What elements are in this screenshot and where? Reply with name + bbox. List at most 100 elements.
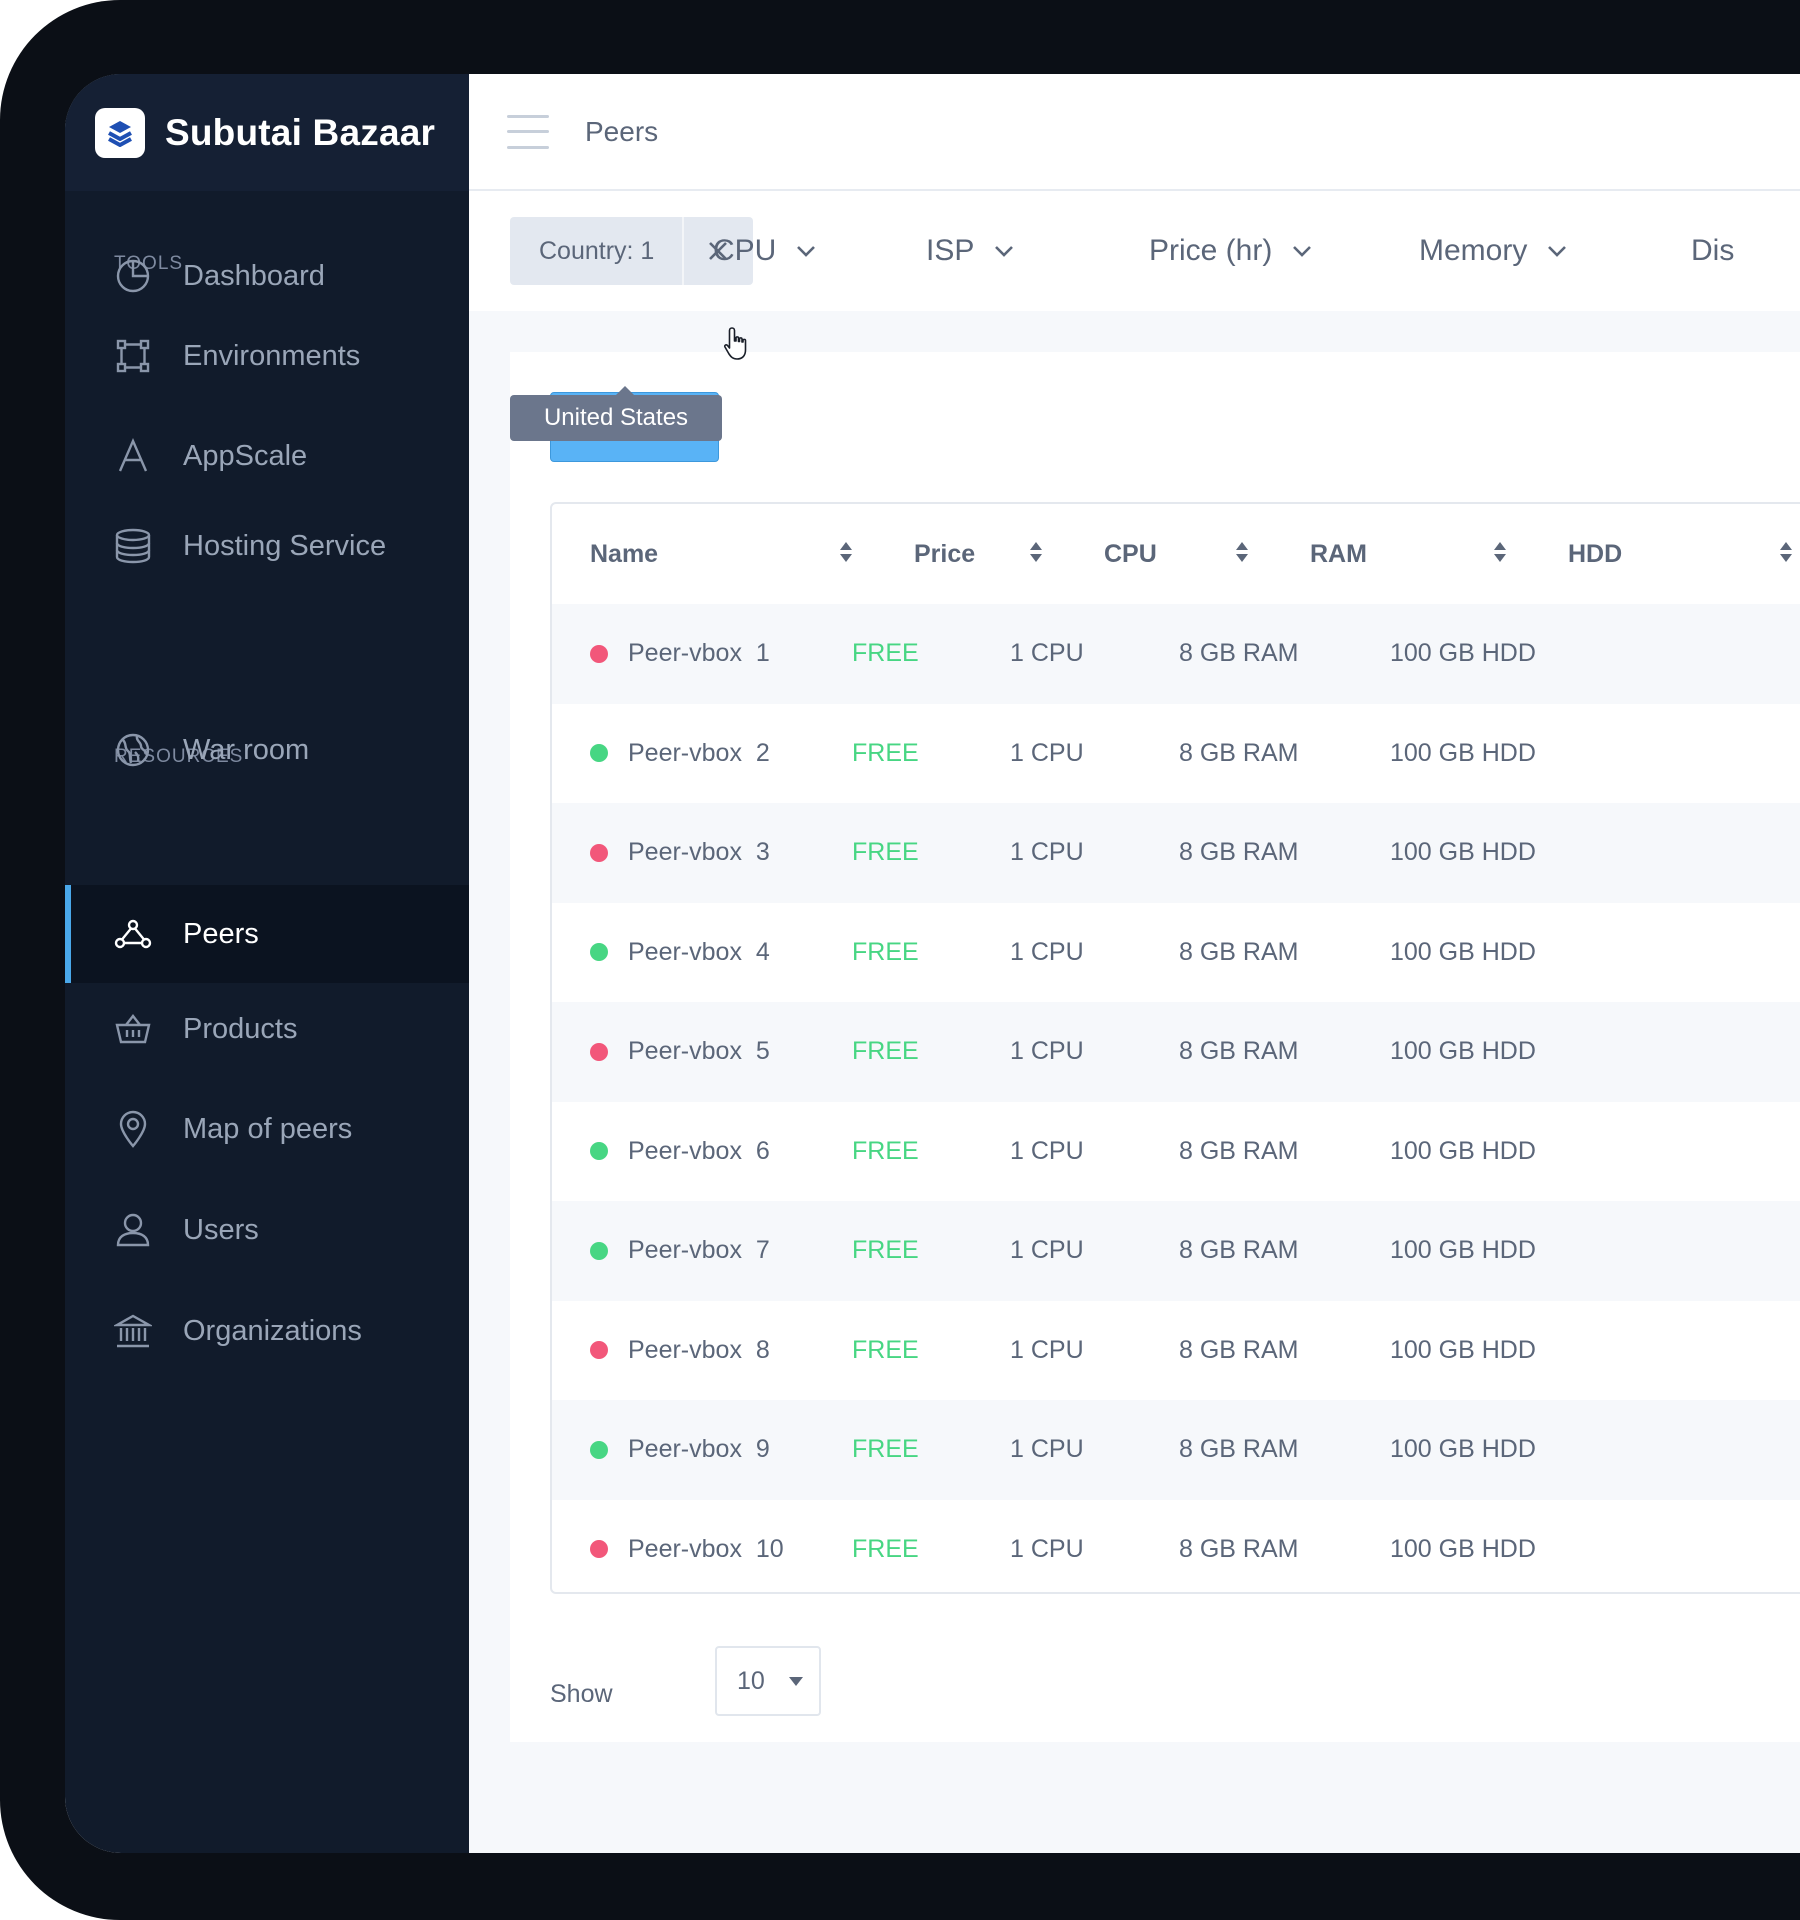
- sidebar-item-label: Peers: [183, 917, 259, 950]
- status-dot-icon: [590, 1042, 608, 1061]
- peer-name-cell: Peer-vbox 3: [590, 803, 770, 903]
- map-pin-icon: [113, 1109, 153, 1149]
- database-icon: [113, 526, 153, 566]
- status-dot-icon: [590, 1440, 608, 1459]
- hand-cursor-icon: [723, 327, 747, 360]
- hdd-cell: 100 GB HDD: [1390, 1435, 1536, 1464]
- sidebar-item-peers[interactable]: Peers: [65, 885, 469, 983]
- cpu-filter-dropdown[interactable]: CPU: [713, 217, 816, 285]
- sort-icon[interactable]: [1236, 542, 1248, 562]
- cpu-cell: 1 CPU: [1010, 1136, 1084, 1165]
- sidebar-item-appscale[interactable]: AppScale: [65, 407, 469, 505]
- hdd-cell: 100 GB HDD: [1390, 838, 1536, 867]
- table-row[interactable]: Peer-vbox 2 FREE 1 CPU 8 GB RAM 100 GB HDD: [552, 704, 1800, 804]
- peer-name[interactable]: Peer-vbox 9: [628, 1435, 770, 1464]
- filter-bar: Country: 1 CPU ISP Price (hr) Memory Dis: [469, 191, 1800, 311]
- sidebar: Subutai Bazaar TOOLS Dashboard Environme…: [65, 74, 469, 1853]
- peer-name[interactable]: Peer-vbox 1: [628, 639, 770, 668]
- table-row[interactable]: Peer-vbox 4 FREE 1 CPU 8 GB RAM 100 GB HDD: [552, 903, 1800, 1003]
- sidebar-item-environments[interactable]: Environments: [65, 307, 469, 405]
- brand[interactable]: Subutai Bazaar: [65, 74, 469, 191]
- table-row[interactable]: Peer-vbox 5 FREE 1 CPU 8 GB RAM 100 GB HDD: [552, 1002, 1800, 1102]
- page-size-select[interactable]: 10: [715, 1646, 821, 1716]
- price-filter-dropdown[interactable]: Price (hr): [1149, 217, 1312, 285]
- peer-name-cell: Peer-vbox 2: [590, 704, 770, 804]
- sidebar-item-label: War room: [183, 733, 310, 766]
- sort-icon[interactable]: [1030, 542, 1042, 562]
- device-frame: Subutai Bazaar TOOLS Dashboard Environme…: [0, 0, 1800, 1920]
- sidebar-item-hosting-service[interactable]: Hosting Service: [65, 497, 469, 595]
- cpu-cell: 1 CPU: [1010, 1037, 1084, 1066]
- table-row[interactable]: Peer-vbox 10 FREE 1 CPU 8 GB RAM 100 GB HDD: [552, 1500, 1800, 1593]
- status-dot-icon: [590, 744, 608, 763]
- column-header-cpu[interactable]: CPU: [1104, 504, 1157, 604]
- peer-name[interactable]: Peer-vbox 2: [628, 739, 770, 768]
- sort-icon[interactable]: [1780, 542, 1792, 562]
- ram-cell: 8 GB RAM: [1179, 738, 1299, 767]
- price-cell: FREE: [852, 1037, 919, 1066]
- table-row[interactable]: Peer-vbox 1 FREE 1 CPU 8 GB RAM 100 GB HDD: [552, 604, 1800, 704]
- peer-name[interactable]: Peer-vbox 10: [628, 1535, 784, 1564]
- sidebar-item-label: Products: [183, 1012, 298, 1045]
- chevron-down-icon: [995, 246, 1014, 257]
- brand-name: Subutai Bazaar: [165, 111, 436, 153]
- peer-name-cell: Peer-vbox 5: [590, 1002, 770, 1102]
- table-body: Peer-vbox 1 FREE 1 CPU 8 GB RAM 100 GB HDD Pe…: [552, 604, 1800, 1593]
- sidebar-item-organizations[interactable]: Organizations: [65, 1282, 469, 1380]
- sort-icon[interactable]: [1494, 542, 1506, 562]
- hdd-cell: 100 GB HDD: [1390, 1534, 1536, 1563]
- disk-filter-dropdown[interactable]: Dis: [1691, 217, 1734, 285]
- peers-card: My peers Name Price CPU RAM HDD Peer-vbo…: [510, 352, 1800, 1742]
- sidebar-item-label: Organizations: [183, 1314, 362, 1347]
- isp-filter-dropdown[interactable]: ISP: [926, 217, 1014, 285]
- hdd-cell: 100 GB HDD: [1390, 1236, 1536, 1265]
- sidebar-item-war-room[interactable]: War room: [65, 701, 469, 799]
- peer-name[interactable]: Peer-vbox 4: [628, 938, 770, 967]
- sidebar-item-label: AppScale: [183, 439, 308, 472]
- table-header: Name Price CPU RAM HDD: [552, 504, 1800, 604]
- chevron-down-icon: [797, 246, 816, 257]
- hdd-cell: 100 GB HDD: [1390, 937, 1536, 966]
- peer-name[interactable]: Peer-vbox 6: [628, 1137, 770, 1166]
- ram-cell: 8 GB RAM: [1179, 838, 1299, 867]
- hdd-cell: 100 GB HDD: [1390, 1335, 1536, 1364]
- column-header-price[interactable]: Price: [914, 504, 975, 604]
- sort-icon[interactable]: [840, 542, 852, 562]
- peer-name-cell: Peer-vbox 8: [590, 1301, 770, 1401]
- status-dot-icon: [590, 943, 608, 962]
- filter-label: CPU: [713, 234, 777, 267]
- column-header-ram[interactable]: RAM: [1310, 504, 1367, 604]
- memory-filter-dropdown[interactable]: Memory: [1419, 217, 1567, 285]
- sidebar-item-map-of-peers[interactable]: Map of peers: [65, 1080, 469, 1178]
- price-cell: FREE: [852, 639, 919, 668]
- ram-cell: 8 GB RAM: [1179, 937, 1299, 966]
- table-row[interactable]: Peer-vbox 7 FREE 1 CPU 8 GB RAM 100 GB HDD: [552, 1201, 1800, 1301]
- price-cell: FREE: [852, 1136, 919, 1165]
- peer-name[interactable]: Peer-vbox 3: [628, 838, 770, 867]
- chevron-down-icon: [1293, 246, 1312, 257]
- peer-name[interactable]: Peer-vbox 5: [628, 1037, 770, 1066]
- column-header-name[interactable]: Name: [590, 504, 658, 604]
- globe-icon: [113, 730, 153, 770]
- peer-name[interactable]: Peer-vbox 7: [628, 1236, 770, 1265]
- peer-name[interactable]: Peer-vbox 8: [628, 1336, 770, 1365]
- table-row[interactable]: Peer-vbox 9 FREE 1 CPU 8 GB RAM 100 GB HDD: [552, 1400, 1800, 1500]
- status-dot-icon: [590, 1142, 608, 1161]
- sidebar-item-users[interactable]: Users: [65, 1181, 469, 1279]
- sidebar-item-products[interactable]: Products: [65, 980, 469, 1078]
- table-row[interactable]: Peer-vbox 6 FREE 1 CPU 8 GB RAM 100 GB HDD: [552, 1102, 1800, 1202]
- hdd-cell: 100 GB HDD: [1390, 738, 1536, 767]
- menu-icon[interactable]: [507, 114, 549, 149]
- page-title: Peers: [585, 115, 659, 147]
- hdd-cell: 100 GB HDD: [1390, 1037, 1536, 1066]
- status-dot-icon: [590, 1241, 608, 1260]
- app-screen: Subutai Bazaar TOOLS Dashboard Environme…: [65, 74, 1800, 1853]
- cpu-cell: 1 CPU: [1010, 738, 1084, 767]
- sidebar-item-label: Environments: [183, 339, 361, 372]
- price-cell: FREE: [852, 1435, 919, 1464]
- table-row[interactable]: Peer-vbox 8 FREE 1 CPU 8 GB RAM 100 GB HDD: [552, 1301, 1800, 1401]
- cpu-cell: 1 CPU: [1010, 1534, 1084, 1563]
- table-row[interactable]: Peer-vbox 3 FREE 1 CPU 8 GB RAM 100 GB HDD: [552, 803, 1800, 903]
- cpu-cell: 1 CPU: [1010, 937, 1084, 966]
- column-header-hdd[interactable]: HDD: [1568, 504, 1622, 604]
